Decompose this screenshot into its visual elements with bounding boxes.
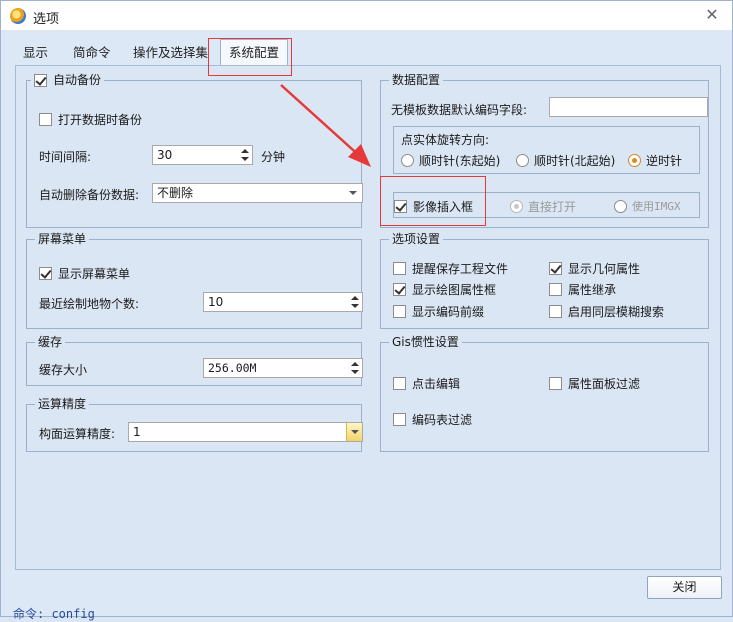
annotation-arrow-icon	[280, 84, 371, 167]
options-dialog: 选项 ✕ 显示 简命令 操作及选择集 系统配置 自动备份 打开数据时备份 时间间…	[0, 0, 733, 621]
console-command-text: 命令: config	[13, 607, 95, 621]
close-button[interactable]: 关闭	[647, 576, 722, 599]
